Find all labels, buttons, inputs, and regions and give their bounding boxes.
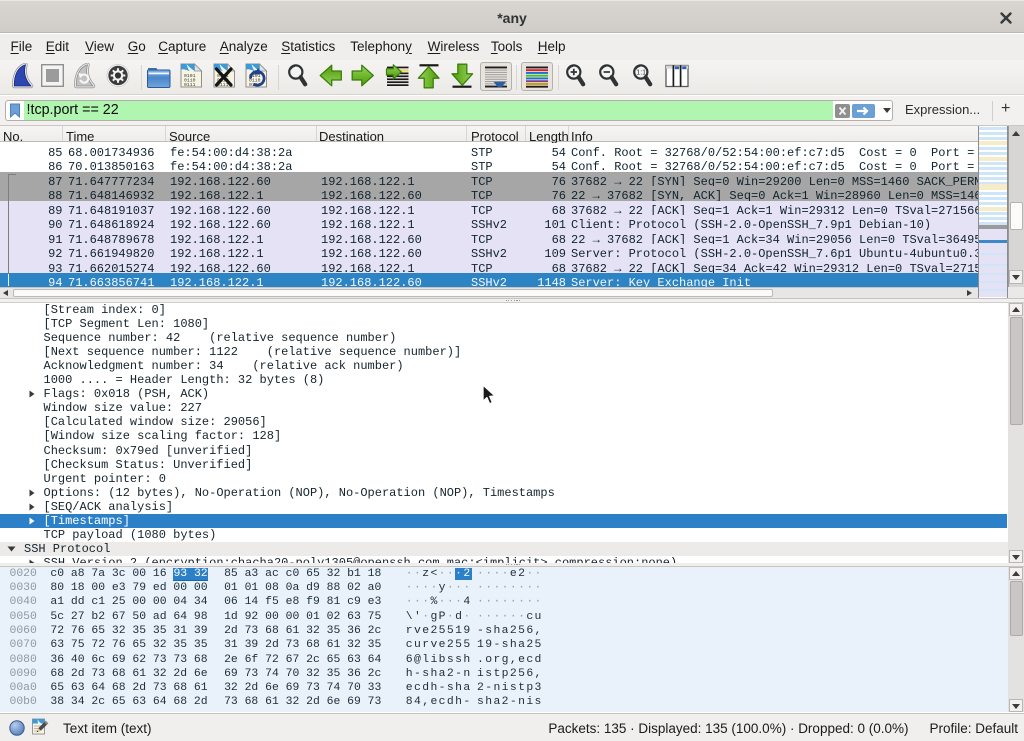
svg-text:1:1: 1:1 xyxy=(636,69,646,76)
svg-text:0111: 0111 xyxy=(184,82,196,88)
